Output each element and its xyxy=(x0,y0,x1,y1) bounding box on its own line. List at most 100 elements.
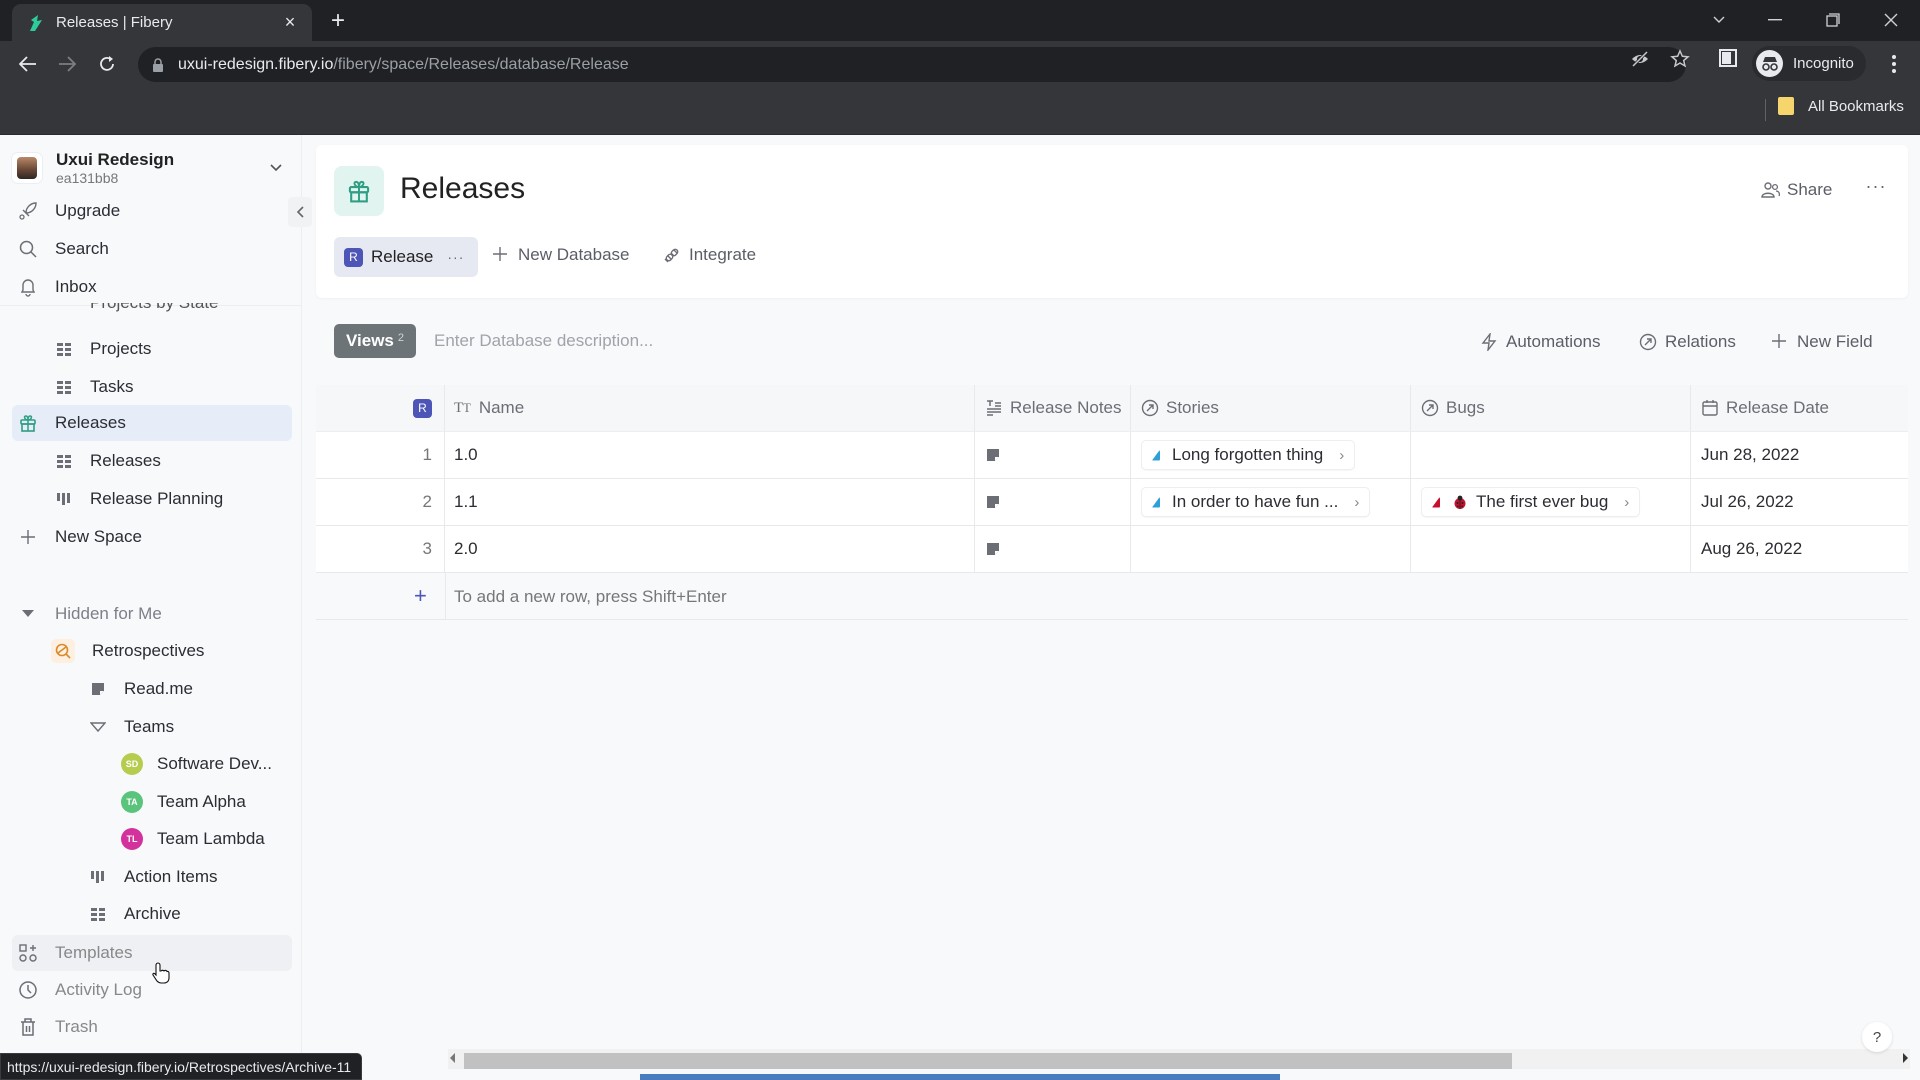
release-date-cell[interactable]: Aug 26, 2022 xyxy=(1691,526,1908,572)
share-button[interactable]: Share xyxy=(1761,180,1832,200)
sidebar-item-archive[interactable]: Archive xyxy=(88,897,181,931)
document-icon[interactable] xyxy=(985,447,1001,463)
story-chip[interactable]: In order to have fun ... › xyxy=(1141,487,1371,517)
eye-off-icon[interactable] xyxy=(1630,49,1650,69)
scrollbar-thumb[interactable] xyxy=(464,1053,1512,1069)
column-header-stories[interactable]: Stories xyxy=(1131,385,1411,431)
column-header-name[interactable]: TT Name xyxy=(445,385,975,431)
id-column-header[interactable]: R xyxy=(316,385,445,431)
database-header: Releases Share ··· R Release ··· New Dat… xyxy=(316,145,1908,298)
sidebar-item-team-alpha[interactable]: TA Team Alpha xyxy=(121,785,246,819)
release-notes-cell[interactable] xyxy=(975,479,1131,525)
tab-search-icon[interactable] xyxy=(1696,6,1742,34)
column-header-release-notes[interactable]: Release Notes xyxy=(975,385,1131,431)
sidebar-item-team-lambda[interactable]: TL Team Lambda xyxy=(121,822,265,856)
sidebar-item-software-dev[interactable]: SD Software Dev... xyxy=(121,747,272,781)
close-window-icon[interactable] xyxy=(1868,6,1914,34)
scroll-right-arrow-icon[interactable] xyxy=(1903,1053,1908,1063)
reload-icon[interactable] xyxy=(93,50,121,78)
minimize-icon[interactable] xyxy=(1752,6,1798,34)
help-button[interactable]: ? xyxy=(1862,1022,1892,1052)
automations-button[interactable]: Automations xyxy=(1480,332,1601,352)
sidebar-item-upgrade[interactable]: Upgrade xyxy=(18,194,120,228)
column-label: Release Notes xyxy=(1010,398,1122,417)
name-cell[interactable]: 1.1 xyxy=(445,479,975,525)
workspace-switcher[interactable]: Uxui Redesign ea131bb8 xyxy=(12,145,292,191)
bugs-cell[interactable]: The first ever bug › xyxy=(1411,479,1691,525)
release-date-cell[interactable]: Jul 26, 2022 xyxy=(1691,479,1908,525)
new-tab-button[interactable]: + xyxy=(324,8,352,36)
grid-icon xyxy=(54,377,74,397)
bookmark-star-icon[interactable] xyxy=(1670,49,1690,69)
database-description-input[interactable] xyxy=(434,327,1034,355)
stories-cell[interactable]: In order to have fun ... › xyxy=(1131,479,1411,525)
back-icon[interactable] xyxy=(14,50,42,78)
views-count: 2 xyxy=(397,332,405,344)
bugs-cell[interactable] xyxy=(1411,526,1691,572)
new-field-button[interactable]: New Field xyxy=(1771,332,1873,352)
new-database-button[interactable]: New Database xyxy=(492,245,630,265)
side-panel-icon[interactable] xyxy=(1719,49,1739,69)
name-cell[interactable]: 1.0 xyxy=(445,432,975,478)
sidebar-item-search[interactable]: Search xyxy=(18,232,109,266)
forward-icon[interactable] xyxy=(53,50,81,78)
bugs-cell[interactable] xyxy=(1411,432,1691,478)
sidebar-item-releases-space[interactable]: Releases xyxy=(18,406,126,440)
release-notes-cell[interactable] xyxy=(975,526,1131,572)
release-date-cell[interactable]: Jun 28, 2022 xyxy=(1691,432,1908,478)
integrate-button[interactable]: Integrate xyxy=(663,245,756,265)
address-bar[interactable]: uxui-redesign.fibery.io/fibery/space/Rel… xyxy=(138,47,1686,82)
add-row-plus-icon[interactable]: + xyxy=(414,583,427,609)
page-title[interactable]: Releases xyxy=(400,172,525,206)
horizontal-scrollbar[interactable] xyxy=(448,1049,1910,1069)
sidebar-item-inbox[interactable]: Inbox xyxy=(18,270,97,304)
sidebar-item-teams[interactable]: Teams xyxy=(88,710,174,744)
sidebar-item-templates[interactable]: Templates xyxy=(18,936,132,970)
database-tab-release[interactable]: R Release ··· xyxy=(334,237,479,277)
document-icon[interactable] xyxy=(985,541,1001,557)
sidebar-item-projects-by-state[interactable]: Projects by State xyxy=(54,303,219,317)
triangle-down-outline-icon[interactable] xyxy=(88,717,108,737)
sidebar-item-retrospectives[interactable]: Retrospectives xyxy=(51,634,204,668)
story-chip[interactable]: Long forgotten thing › xyxy=(1141,440,1356,470)
scroll-left-arrow-icon[interactable] xyxy=(450,1053,455,1063)
close-tab-icon[interactable]: × xyxy=(280,12,300,33)
add-row[interactable]: + To add a new row, press Shift+Enter xyxy=(316,573,1908,620)
sidebar-item-activity-log[interactable]: Activity Log xyxy=(18,973,142,1007)
new-space-button[interactable]: New Space xyxy=(18,520,142,554)
all-bookmarks-button[interactable]: All Bookmarks xyxy=(1778,97,1904,115)
stories-cell[interactable] xyxy=(1131,526,1411,572)
relations-button[interactable]: Relations xyxy=(1639,332,1736,352)
column-header-release-date[interactable]: Release Date xyxy=(1691,385,1908,431)
incognito-profile-button[interactable]: Incognito xyxy=(1752,46,1866,81)
table-row[interactable]: 1 1.0 Long forgotten thing › Jun 28, 202… xyxy=(316,432,1908,479)
sidebar-item-trash[interactable]: Trash xyxy=(18,1010,98,1044)
column-header-bugs[interactable]: Bugs xyxy=(1411,385,1691,431)
sidebar-item-action-items[interactable]: Action Items xyxy=(88,860,218,894)
bug-chip[interactable]: The first ever bug › xyxy=(1421,487,1641,517)
name-cell[interactable]: 2.0 xyxy=(445,526,975,572)
browser-tab[interactable]: Releases | Fibery × xyxy=(12,4,312,41)
stories-cell[interactable]: Long forgotten thing › xyxy=(1131,432,1411,478)
chevron-down-icon[interactable] xyxy=(268,159,284,175)
sidebar-item-release-planning[interactable]: Release Planning xyxy=(54,482,223,516)
restore-icon[interactable] xyxy=(1810,6,1856,34)
gift-icon[interactable] xyxy=(334,166,384,216)
document-icon[interactable] xyxy=(985,494,1001,510)
sidebar-item-tasks[interactable]: Tasks xyxy=(54,370,133,404)
incognito-icon xyxy=(1756,50,1783,77)
database-tab-menu-icon[interactable]: ··· xyxy=(447,249,464,265)
more-options-button[interactable]: ··· xyxy=(1864,177,1888,200)
sidebar-item-projects[interactable]: Projects xyxy=(54,332,151,366)
collapse-sidebar-button[interactable] xyxy=(288,197,312,227)
row-number: 2 xyxy=(316,479,445,525)
release-notes-cell[interactable] xyxy=(975,432,1131,478)
sidebar-item-releases-view[interactable]: Releases xyxy=(54,444,161,478)
hidden-for-me-section[interactable]: Hidden for Me xyxy=(18,597,162,631)
browser-menu-icon[interactable] xyxy=(1884,53,1904,75)
views-button[interactable]: Views 2 xyxy=(334,324,417,358)
sidebar-item-readme[interactable]: Read.me xyxy=(88,672,193,706)
table-row[interactable]: 2 1.1 In order to have fun ... › The fir… xyxy=(316,479,1908,526)
releases-view-label: Releases xyxy=(90,451,161,470)
table-row[interactable]: 3 2.0 Aug 26, 2022 xyxy=(316,526,1908,573)
